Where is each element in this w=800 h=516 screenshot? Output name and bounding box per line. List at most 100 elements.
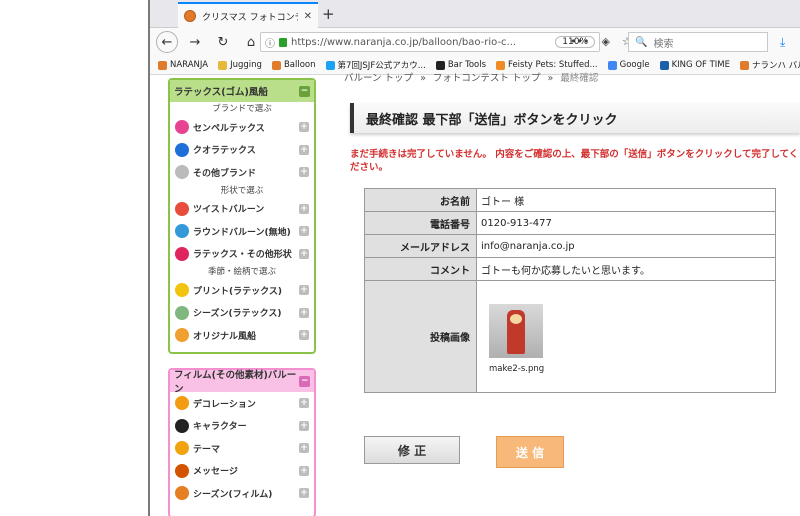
field-value: ゴトー 様 <box>476 188 776 212</box>
latex-category-box: ラテックス(ゴム)風船 − ブランドで選ぶ センペルテックス + クオラテックス + そ… <box>168 78 316 354</box>
browser-window: クリスマス フォトコンテスト 2017 順 ✕ + ← → ↻ ⌂ ⓘ http… <box>150 0 800 516</box>
breadcrumb-parent-link[interactable]: フォトコンテスト トップ <box>433 73 541 84</box>
active-tab[interactable]: クリスマス フォトコンテスト 2017 順 ✕ <box>178 2 318 28</box>
sidebar-item[interactable]: デコレーション + <box>170 392 314 415</box>
search-input[interactable]: 🔍 検索 <box>628 32 768 52</box>
image-cell: make2-s.png <box>476 280 776 393</box>
download-icon[interactable]: ⤓ <box>780 35 785 50</box>
sidebar-item[interactable]: キャラクター + <box>170 415 314 438</box>
bookmark-favicon-icon <box>740 60 750 70</box>
balloon-icon <box>175 305 189 320</box>
sidebar-item[interactable]: センペルテックス + <box>170 116 314 139</box>
expand-icon[interactable]: + <box>299 488 309 499</box>
expand-icon[interactable]: + <box>299 285 309 296</box>
bookmark-favicon-icon <box>158 60 167 70</box>
expand-icon[interactable]: + <box>299 167 309 178</box>
sidebar-item[interactable]: オリジナル風船 + <box>170 324 314 347</box>
expand-icon[interactable]: + <box>299 330 309 341</box>
expand-icon[interactable]: + <box>299 420 309 431</box>
shape-subheading: 形状で選ぶ <box>220 185 264 196</box>
bookmark-favicon-icon <box>659 60 669 70</box>
back-button[interactable]: ← <box>156 31 178 53</box>
balloon-icon <box>175 463 189 478</box>
page-content: ラテックス(ゴム)風船 − ブランドで選ぶ センペルテックス + クオラテックス + そ… <box>150 73 800 516</box>
sidebar-item-label: その他ブランド <box>193 168 257 179</box>
sidebar-item-label: メッセージ <box>193 467 238 478</box>
forward-button[interactable]: → <box>184 31 206 53</box>
sidebar-item[interactable]: ツイストバルーン + <box>170 198 314 221</box>
table-row: コメント ゴトーも何か応募したいと思います。 <box>364 257 776 281</box>
expand-icon[interactable]: + <box>299 122 309 133</box>
expand-icon[interactable]: + <box>299 226 309 237</box>
search-placeholder: 検索 <box>653 38 674 50</box>
balloon-icon <box>175 486 189 501</box>
bookmark-item[interactable]: Google <box>607 60 650 70</box>
sidebar-item-label: デコレーション <box>193 399 256 410</box>
expand-icon[interactable]: + <box>299 307 309 318</box>
url-bar[interactable]: ⓘ https://www.naranja.co.jp/balloon/bao-… <box>260 32 600 52</box>
collapse-icon[interactable]: − <box>299 85 310 97</box>
info-icon[interactable]: ⓘ <box>265 35 275 50</box>
bookmark-label: Google <box>619 60 650 70</box>
send-button[interactable]: 送 信 <box>496 436 564 468</box>
expand-icon[interactable]: + <box>299 203 309 214</box>
desktop-background <box>0 0 150 516</box>
new-tab-icon[interactable]: + <box>322 5 335 23</box>
reload-icon[interactable]: ↻ <box>212 31 234 53</box>
bookmark-favicon-icon <box>435 60 445 70</box>
table-row: 電話番号 0120-913-477 <box>364 211 776 235</box>
balloon-icon <box>175 142 189 157</box>
breadcrumb: バルーン トップ » フォトコンテスト トップ » 最終確認 <box>344 70 598 84</box>
sidebar-item[interactable]: ラウンドバルーン(無地) + <box>170 220 314 243</box>
url-actions: ••• ◈ ☆ <box>570 35 632 48</box>
latex-category-header[interactable]: ラテックス(ゴム)風船 − <box>170 80 314 102</box>
navigation-bar: ← → ↻ ⌂ ⓘ https://www.naranja.co.jp/ball… <box>150 28 800 56</box>
bookmark-item[interactable]: Bar Tools <box>435 60 486 70</box>
sidebar-item[interactable]: ラテックス・その他形状 + <box>170 243 314 266</box>
field-value: ゴトーも何か応募したいと思います。 <box>476 257 776 281</box>
pocket-icon[interactable]: ◈ <box>601 35 609 48</box>
close-tab-icon[interactable]: ✕ <box>304 11 312 22</box>
expand-icon[interactable]: + <box>299 465 309 476</box>
expand-icon[interactable]: + <box>299 443 309 454</box>
expand-icon[interactable]: + <box>299 248 309 259</box>
lock-icon[interactable] <box>279 37 287 47</box>
latex-category-title: ラテックス(ゴム)風船 <box>174 87 268 98</box>
bookmark-item[interactable]: NARANJA <box>158 60 208 70</box>
sidebar-item[interactable]: クオラテックス + <box>170 139 314 162</box>
sidebar-item[interactable]: その他ブランド + <box>170 161 314 184</box>
film-category-box: フィルム(その他素材)バルーン − デコレーション + キャラクター + テーマ + メッセ… <box>168 368 316 516</box>
sidebar-item[interactable]: シーズン(ラテックス) + <box>170 302 314 325</box>
field-label: メールアドレス <box>364 234 477 258</box>
bookmark-item[interactable]: Feisty Pets: Stuffed... <box>496 60 598 70</box>
sidebar-item[interactable]: テーマ + <box>170 437 314 460</box>
collapse-icon[interactable]: − <box>299 375 310 387</box>
bookmark-item[interactable]: ナランハ バルーン カンパ... <box>740 59 800 71</box>
tab-bar: クリスマス フォトコンテスト 2017 順 ✕ + <box>150 0 800 28</box>
expand-icon[interactable]: + <box>299 144 309 155</box>
home-icon[interactable]: ⌂ <box>240 31 262 53</box>
sidebar-item-label: ラウンドバルーン(無地) <box>193 227 291 238</box>
bookmark-favicon-icon <box>271 60 281 70</box>
bookmark-item[interactable]: Balloon <box>271 60 316 70</box>
bookmark-label: ナランハ バルーン カンパ... <box>752 61 800 71</box>
breadcrumb-home-link[interactable]: バルーン トップ <box>344 73 413 84</box>
sidebar-item-label: プリント(ラテックス) <box>193 286 282 297</box>
film-category-header[interactable]: フィルム(その他素材)バルーン − <box>170 370 314 395</box>
brand-subheading: ブランドで選ぶ <box>212 104 272 114</box>
bookmark-label: KING OF TIME <box>671 60 731 70</box>
sidebar-item-label: ラテックス・その他形状 <box>193 250 292 261</box>
more-actions-icon[interactable]: ••• <box>570 35 589 48</box>
edit-button[interactable]: 修 正 <box>364 436 460 464</box>
bookmark-item[interactable]: Jugging <box>218 60 262 70</box>
bookmark-favicon-icon <box>607 60 617 70</box>
balloon-icon <box>175 165 189 180</box>
sidebar-item[interactable]: シーズン(フィルム) + <box>170 482 314 505</box>
sidebar-item[interactable]: プリント(ラテックス) + <box>170 279 314 302</box>
balloon-icon <box>175 283 189 298</box>
sidebar-item[interactable]: メッセージ + <box>170 460 314 483</box>
expand-icon[interactable]: + <box>299 398 309 409</box>
url-text[interactable]: https://www.naranja.co.jp/balloon/bao-ri… <box>291 37 551 48</box>
table-row: メールアドレス info@naranja.co.jp <box>364 234 776 258</box>
bookmark-item[interactable]: KING OF TIME <box>659 60 731 70</box>
